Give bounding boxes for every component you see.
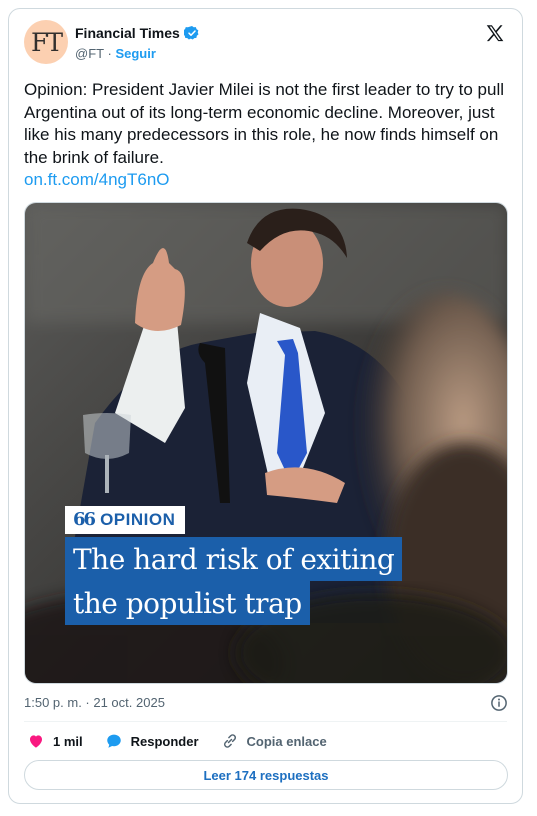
tweet-text: Opinion: President Javier Milei is not t… xyxy=(24,79,514,192)
tweet-body: Opinion: President Javier Milei is not t… xyxy=(24,80,504,167)
avatar[interactable]: FT xyxy=(24,20,68,64)
headline-line1: The hard risk of exiting xyxy=(73,542,395,576)
tweet-link[interactable]: on.ft.com/4ngT6nO xyxy=(24,169,514,192)
headline-line2: the populist trap xyxy=(73,586,302,620)
avatar-logo: FT xyxy=(30,27,63,57)
follow-button[interactable]: Seguir xyxy=(115,46,155,61)
read-replies-label: Leer 174 respuestas xyxy=(203,767,329,783)
reply-bubble-icon xyxy=(106,734,121,748)
reply-button[interactable]: Responder xyxy=(105,732,199,750)
heart-icon xyxy=(30,735,42,748)
author-handle[interactable]: @FT xyxy=(75,46,104,61)
info-icon[interactable] xyxy=(490,694,508,712)
divider xyxy=(24,721,507,722)
handle-row: @FT · Seguir xyxy=(75,46,156,61)
tweet-timestamp[interactable]: 1:50 p. m. · 21 oct. 2025 xyxy=(24,695,165,710)
like-button[interactable]: 1 mil xyxy=(27,732,83,750)
opinion-tag-label: OPINION xyxy=(100,510,176,529)
headline-line1-box: The hard risk of exiting xyxy=(65,537,403,581)
link-icon xyxy=(223,734,236,748)
like-count: 1 mil xyxy=(53,733,83,749)
reply-label: Responder xyxy=(130,733,199,749)
quote-mark: 66 xyxy=(73,509,96,530)
copy-link-button[interactable]: Copia enlace xyxy=(221,732,327,750)
action-bar: 1 mil Responder Copia enlace xyxy=(27,732,349,750)
copy-link-label: Copia enlace xyxy=(246,733,327,749)
headline-line2-box: the populist trap xyxy=(65,581,310,625)
separator: · xyxy=(107,46,112,61)
tweet-media[interactable]: 66 OPINION The hard risk of exiting the … xyxy=(24,202,508,684)
verified-badge-icon xyxy=(183,26,199,40)
x-logo-icon[interactable] xyxy=(484,23,506,45)
read-replies-button[interactable]: Leer 174 respuestas xyxy=(24,760,508,790)
author-name-row: Financial Times xyxy=(75,25,200,41)
opinion-tag: 66 OPINION xyxy=(65,506,186,534)
tweet-card: FT Financial Times @FT · Seguir Opinion:… xyxy=(8,8,523,804)
author-name[interactable]: Financial Times xyxy=(75,25,180,41)
